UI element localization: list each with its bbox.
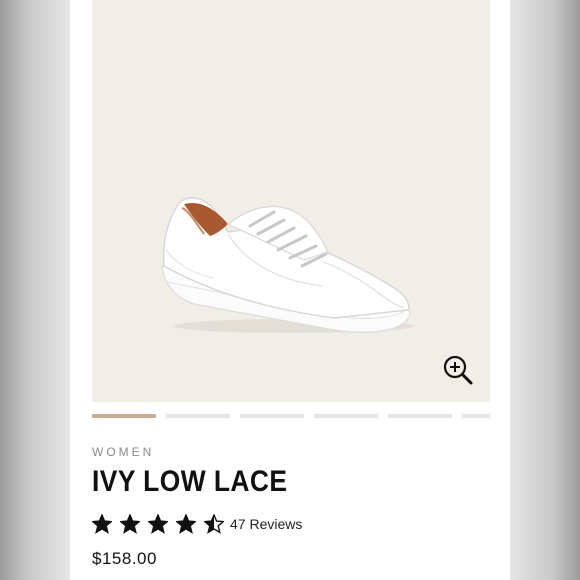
reviews-link[interactable]: 47 Reviews (230, 516, 302, 532)
product-category: WOMEN (92, 445, 155, 459)
product-price: $158.00 (92, 549, 157, 568)
carousel-indicator-1[interactable] (92, 414, 156, 418)
carousel-indicator-4[interactable] (314, 414, 378, 418)
zoom-in-icon (443, 355, 473, 385)
star-half-icon (204, 514, 224, 534)
star-full-icon (176, 514, 196, 534)
star-full-icon (148, 514, 168, 534)
carousel-indicator-5[interactable] (388, 414, 452, 418)
background-left (0, 0, 70, 580)
product-title: IVY LOW LACE (92, 465, 288, 498)
carousel-indicator-2[interactable] (166, 414, 230, 418)
sneaker-image (161, 197, 414, 333)
product-page: WOMEN IVY LOW LACE 47 Reviews $158.00 (70, 0, 510, 580)
background-right (510, 0, 580, 580)
carousel-indicator-6[interactable] (462, 414, 490, 418)
star-full-icon (120, 514, 140, 534)
zoom-button[interactable] (442, 354, 474, 386)
image-carousel-indicator (92, 414, 490, 418)
carousel-indicator-3[interactable] (240, 414, 304, 418)
star-full-icon (92, 514, 112, 534)
product-image[interactable] (92, 0, 490, 402)
